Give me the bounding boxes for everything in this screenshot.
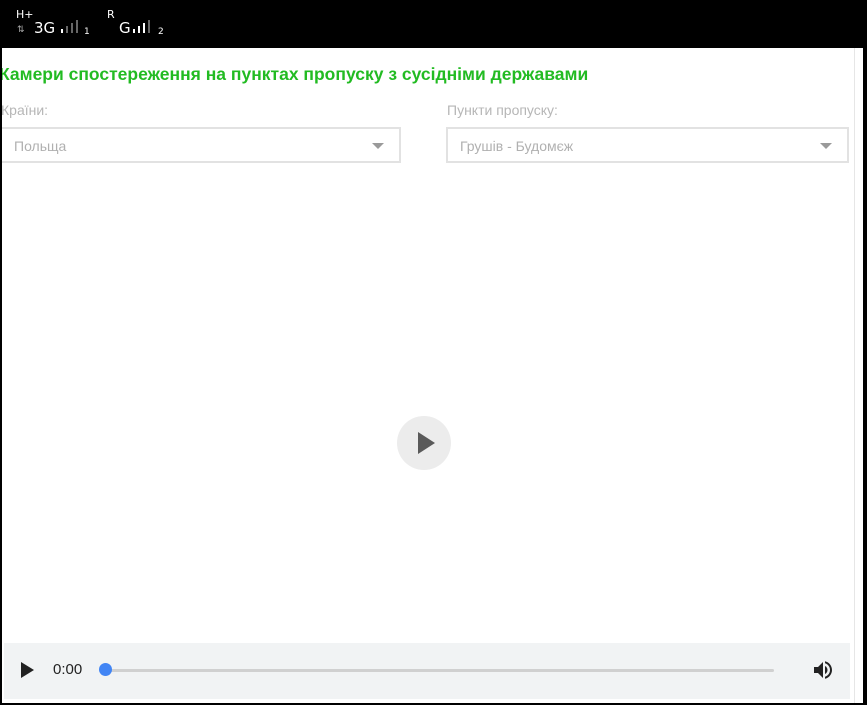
- country-select[interactable]: Польща: [2, 127, 401, 163]
- video-area[interactable]: [2, 173, 854, 643]
- play-icon[interactable]: [397, 416, 451, 470]
- checkpoint-label: Пункти пропуску:: [447, 102, 558, 118]
- chevron-down-icon: [372, 143, 384, 149]
- network-type-label: H+: [16, 8, 34, 21]
- roaming-label: R: [107, 8, 115, 21]
- sim2-tech-label: G: [119, 19, 131, 37]
- page-content: Камери спостереження на пунктах пропуску…: [2, 48, 863, 703]
- country-select-value: Польща: [14, 138, 67, 154]
- play-button[interactable]: [21, 662, 34, 678]
- country-label: Країни:: [2, 102, 49, 118]
- volume-icon[interactable]: [811, 658, 835, 682]
- checkpoint-select-value: Грушів - Будомєж: [460, 138, 574, 154]
- signal-bars-icon: [61, 20, 78, 33]
- seek-thumb[interactable]: [99, 663, 112, 676]
- current-time: 0:00: [53, 661, 83, 678]
- signal-bars-icon: [133, 20, 150, 33]
- checkpoint-select[interactable]: Грушів - Будомєж: [446, 127, 849, 163]
- sim1-tech-label: 3G: [34, 19, 56, 37]
- status-bar: H+ 3G ⇅ 1 R G 2: [0, 0, 867, 48]
- data-arrows-icon: ⇅: [17, 25, 25, 35]
- scrollbar-track[interactable]: [854, 48, 863, 703]
- chevron-down-icon: [820, 143, 832, 149]
- seek-bar[interactable]: [102, 669, 774, 672]
- sim1-label: 1: [84, 27, 90, 37]
- page-title: Камери спостереження на пунктах пропуску…: [2, 64, 589, 84]
- sim2-label: 2: [158, 27, 164, 37]
- media-controls: 0:00: [4, 643, 850, 699]
